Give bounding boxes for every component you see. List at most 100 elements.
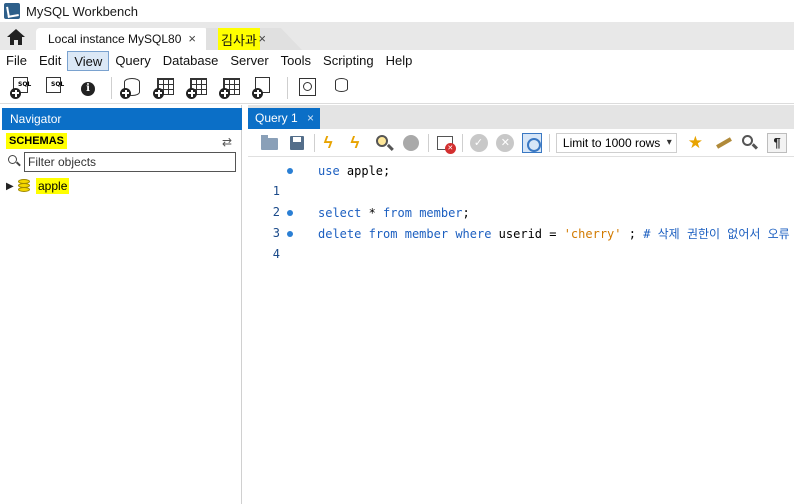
create-schema-icon[interactable] bbox=[120, 76, 144, 100]
line-number: 4 bbox=[272, 247, 280, 261]
search-table-data-icon[interactable] bbox=[296, 76, 320, 100]
menu-bar: File Edit View Query Database Server Too… bbox=[0, 50, 794, 72]
toolbar-separator bbox=[461, 133, 463, 152]
toggle-error-stop-icon[interactable] bbox=[435, 133, 456, 154]
sql-editor[interactable]: 1 use apple; 2 3 select * from member; 4… bbox=[248, 157, 794, 504]
inspector-icon[interactable]: i bbox=[76, 76, 100, 100]
menu-tools[interactable]: Tools bbox=[275, 51, 317, 71]
commit-icon[interactable]: ✓ bbox=[469, 133, 489, 153]
filter-objects-input[interactable] bbox=[24, 152, 236, 172]
execute-all-icon[interactable]: ϟ bbox=[321, 133, 341, 153]
main-toolbar: SQL SQL i bbox=[0, 72, 794, 104]
toolbar-separator bbox=[548, 133, 550, 152]
code-token-kw: delete bbox=[318, 227, 362, 241]
toolbar-separator bbox=[287, 76, 288, 99]
open-file-icon[interactable] bbox=[260, 133, 280, 153]
navigator-panel: Navigator SCHEMAS ⇄ ▶ apple bbox=[0, 105, 242, 504]
add-snippet-icon[interactable]: ★ bbox=[687, 133, 707, 153]
statement-marker-icon bbox=[287, 210, 293, 216]
code-token-kw: use bbox=[318, 164, 340, 178]
window-title: MySQL Workbench bbox=[26, 3, 138, 19]
schemas-label: SCHEMAS bbox=[6, 133, 68, 149]
query-area: Query 1 × ϟ ϟ ✓ ✕ Limit to 1000 rows ★ ¶… bbox=[248, 105, 794, 504]
schema-tree-item-apple[interactable]: ▶ apple bbox=[6, 177, 70, 195]
expand-caret-icon[interactable]: ▶ bbox=[6, 181, 18, 192]
menu-edit[interactable]: Edit bbox=[33, 51, 67, 71]
statement-marker-icon bbox=[287, 231, 293, 237]
code-line: 2 bbox=[248, 182, 794, 219]
code-line: 4 delete from member where userid = 'che… bbox=[248, 224, 794, 261]
connection-tab-label: Local instance MySQL80 bbox=[48, 32, 182, 46]
code-token-plain: userid = bbox=[491, 227, 564, 241]
create-table-icon[interactable] bbox=[153, 76, 177, 100]
close-icon[interactable]: × bbox=[188, 31, 196, 46]
beautify-icon[interactable] bbox=[714, 133, 734, 153]
stop-icon[interactable] bbox=[401, 133, 421, 153]
close-icon[interactable]: × bbox=[307, 108, 314, 129]
code-token-plain: * bbox=[361, 206, 384, 220]
code-token-str: 'cherry' bbox=[563, 227, 622, 241]
new-sql-tab-text: SQL bbox=[18, 80, 32, 88]
execute-current-icon[interactable]: ϟ bbox=[347, 133, 367, 153]
explain-icon[interactable] bbox=[374, 133, 394, 153]
menu-database[interactable]: Database bbox=[157, 51, 225, 71]
code-text: select * from member; bbox=[318, 203, 470, 223]
code-token-cm: # 삭제 권한이 없어서 오류 bbox=[643, 227, 790, 241]
menu-help[interactable]: Help bbox=[380, 51, 419, 71]
autocommit-toggle-icon[interactable] bbox=[522, 132, 543, 153]
home-icon[interactable] bbox=[6, 28, 30, 48]
code-token-kw: member bbox=[419, 206, 463, 220]
code-text: delete from member where userid = 'cherr… bbox=[318, 224, 790, 244]
reconnect-icon[interactable] bbox=[329, 76, 353, 100]
find-icon[interactable] bbox=[740, 133, 760, 153]
code-token-kw: where bbox=[455, 227, 492, 241]
code-line: 3 select * from member; bbox=[248, 203, 794, 240]
new-sql-tab-icon[interactable]: SQL bbox=[10, 76, 34, 100]
menu-file[interactable]: File bbox=[0, 51, 33, 71]
code-token-plain: ; bbox=[462, 206, 470, 220]
query-tab-1[interactable]: Query 1 × bbox=[248, 108, 320, 129]
invisible-chars-icon[interactable]: ¶ bbox=[767, 132, 788, 153]
toolbar-separator bbox=[313, 133, 315, 152]
code-line: 1 use apple; bbox=[248, 161, 794, 198]
create-view-icon[interactable] bbox=[186, 76, 210, 100]
rollback-icon[interactable]: ✕ bbox=[495, 133, 515, 153]
query-toolbar: ϟ ϟ ✓ ✕ Limit to 1000 rows ★ ¶ bbox=[248, 129, 794, 157]
code-token-kw: from bbox=[368, 227, 398, 241]
create-procedure-icon[interactable] bbox=[219, 76, 243, 100]
toolbar-separator bbox=[111, 76, 112, 99]
open-sql-script-text: SQL bbox=[51, 80, 65, 88]
menu-query[interactable]: Query bbox=[109, 51, 156, 71]
menu-view[interactable]: View bbox=[67, 51, 110, 71]
query-tab-bar: Query 1 × bbox=[248, 105, 794, 129]
search-icon bbox=[8, 155, 17, 164]
save-icon[interactable] bbox=[287, 133, 307, 153]
connection-tab-local-instance[interactable]: Local instance MySQL80 × bbox=[36, 28, 208, 50]
limit-rows-select[interactable]: Limit to 1000 rows bbox=[555, 132, 677, 153]
navigator-header: Navigator bbox=[2, 108, 242, 130]
schemas-header: SCHEMAS ⇄ bbox=[4, 133, 238, 151]
schema-name: apple bbox=[36, 178, 70, 194]
close-icon[interactable]: × bbox=[258, 31, 266, 46]
code-token-kw: select bbox=[318, 206, 362, 220]
code-token-kw: from bbox=[383, 206, 412, 220]
code-token-kw: member bbox=[404, 227, 449, 241]
connection-tab-strip: Local instance MySQL80 × 김사과 × bbox=[0, 22, 794, 50]
connection-tab-kimsagwa[interactable]: 김사과 × bbox=[206, 28, 302, 50]
create-function-icon[interactable] bbox=[252, 76, 276, 100]
menu-server[interactable]: Server bbox=[224, 51, 274, 71]
menu-scripting[interactable]: Scripting bbox=[317, 51, 380, 71]
database-icon bbox=[18, 179, 30, 193]
open-sql-script-icon[interactable]: SQL bbox=[43, 76, 67, 100]
connection-tab-label: 김사과 bbox=[218, 28, 260, 50]
code-token-plain: apple; bbox=[339, 164, 391, 178]
mysql-workbench-logo-icon bbox=[4, 3, 20, 19]
refresh-icon[interactable]: ⇄ bbox=[222, 135, 232, 149]
code-text: use apple; bbox=[318, 161, 390, 181]
toolbar-separator bbox=[427, 133, 429, 152]
query-tab-label: Query 1 bbox=[255, 111, 298, 125]
filter-row bbox=[4, 151, 238, 173]
code-token-plain: ; bbox=[621, 227, 644, 241]
